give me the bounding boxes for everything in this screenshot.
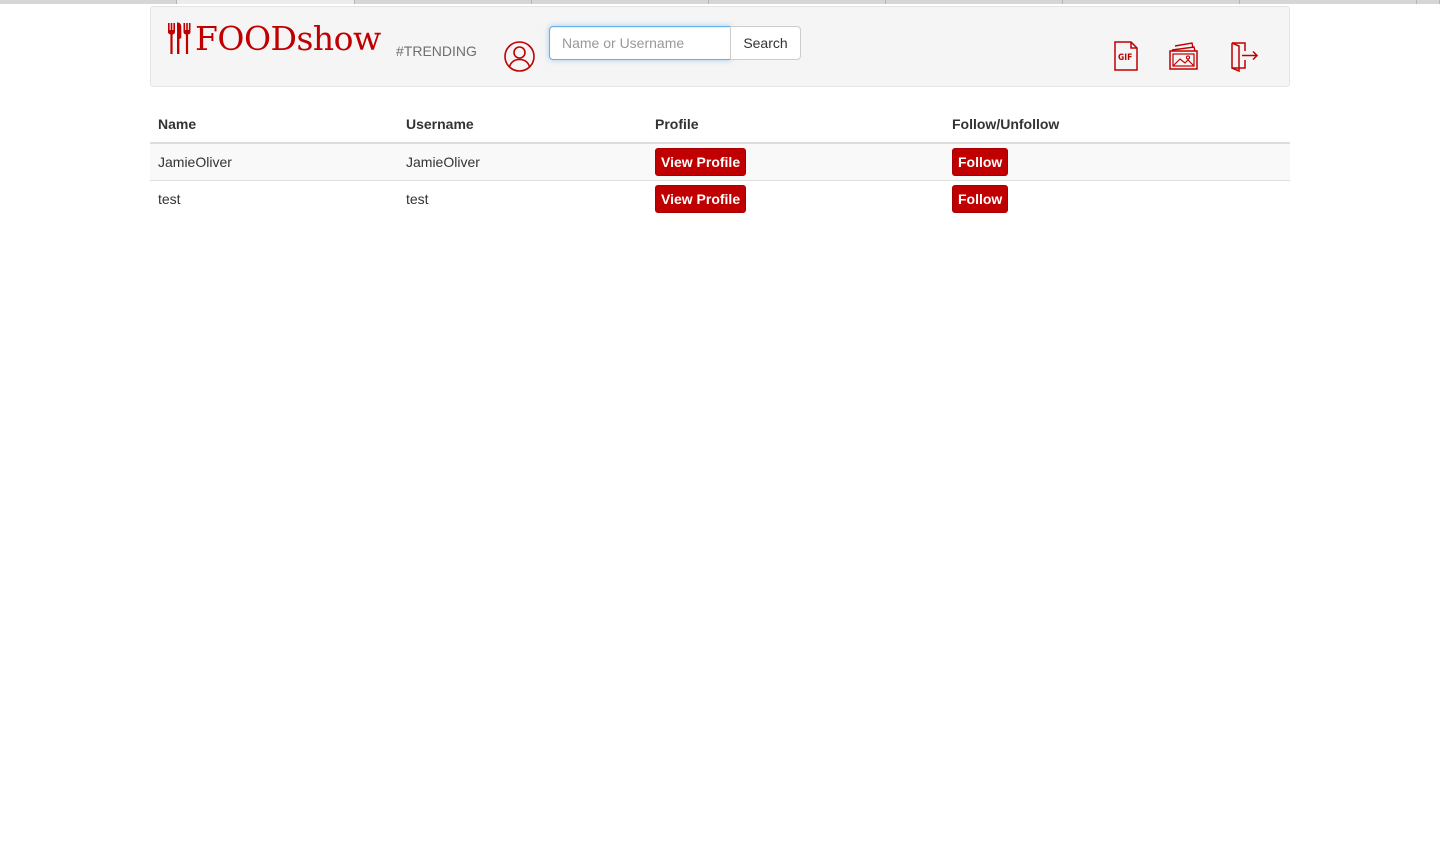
profile-cell: View Profile — [647, 142, 944, 181]
user-circle-icon[interactable] — [503, 40, 536, 73]
navbar: FOODshow #TRENDING Search GIF — [150, 6, 1290, 87]
browser-tab[interactable] — [1417, 0, 1440, 4]
follow-cell: Follow — [944, 180, 1290, 217]
follow-button[interactable]: Follow — [952, 185, 1009, 213]
table-header-row: Name Username Profile Follow/Unfollow — [150, 106, 1290, 144]
fork-knife-icon — [168, 22, 191, 54]
svg-text:GIF: GIF — [1118, 53, 1132, 63]
user-name-cell: test — [150, 180, 398, 217]
browser-tab[interactable] — [355, 0, 532, 4]
header-name: Name — [150, 106, 398, 144]
brand-logo[interactable]: FOODshow — [167, 21, 381, 57]
view-profile-button[interactable]: View Profile — [655, 185, 747, 213]
brand-name: FOODshow — [195, 19, 381, 58]
browser-tab[interactable] — [532, 0, 709, 4]
browser-tab-active[interactable] — [177, 0, 355, 4]
browser-tab[interactable] — [886, 0, 1063, 4]
follow-cell: Follow — [944, 142, 1290, 181]
gif-icon[interactable]: GIF — [1110, 40, 1142, 72]
photos-icon[interactable] — [1168, 40, 1200, 72]
view-profile-button[interactable]: View Profile — [655, 148, 747, 176]
table-row: JamieOliver JamieOliver View Profile Fol… — [150, 142, 1290, 181]
logout-icon[interactable] — [1228, 40, 1260, 72]
search-button[interactable]: Search — [730, 26, 801, 60]
browser-tab[interactable] — [0, 0, 177, 4]
table-row: test test View Profile Follow — [150, 180, 1290, 217]
follow-button[interactable]: Follow — [952, 148, 1009, 176]
browser-tab[interactable] — [1240, 0, 1417, 4]
header-profile: Profile — [647, 106, 944, 144]
browser-tab[interactable] — [709, 0, 886, 4]
username-cell: JamieOliver — [398, 142, 647, 181]
username-cell: test — [398, 180, 647, 217]
user-name-cell: JamieOliver — [150, 142, 398, 181]
header-follow: Follow/Unfollow — [944, 106, 1290, 144]
trending-link[interactable]: #TRENDING — [396, 43, 477, 59]
browser-tab[interactable] — [1063, 0, 1240, 4]
user-results-table: Name Username Profile Follow/Unfollow Ja… — [150, 106, 1290, 217]
profile-cell: View Profile — [647, 180, 944, 217]
browser-tab-strip — [0, 0, 1440, 4]
header-username: Username — [398, 106, 647, 144]
search-input[interactable] — [549, 26, 731, 60]
